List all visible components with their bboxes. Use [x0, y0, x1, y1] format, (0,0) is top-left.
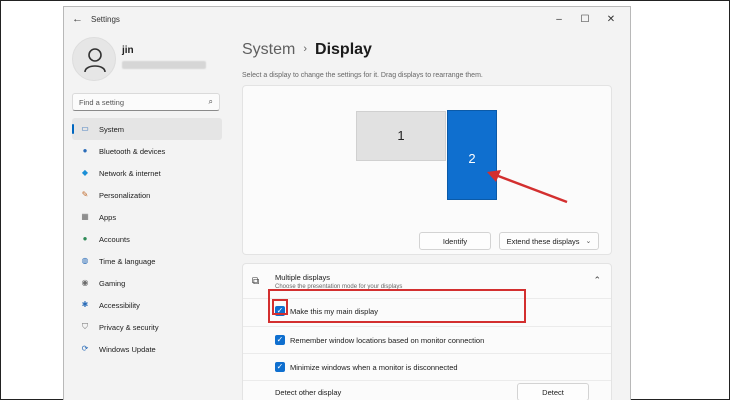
divider	[243, 353, 611, 354]
sidebar-item-label: Bluetooth & devices	[99, 146, 166, 156]
back-arrow-icon[interactable]: ←	[72, 13, 83, 25]
chevron-right-icon: ›	[303, 43, 308, 55]
wifi-icon: ◆	[81, 168, 89, 177]
sidebar-item-privacy[interactable]: ⛉ Privacy & security	[72, 316, 222, 338]
accessibility-icon: ✱	[81, 300, 89, 309]
maximize-button[interactable]: ☐	[572, 11, 598, 29]
search-placeholder: Find a setting	[79, 98, 125, 107]
brush-icon: ✎	[81, 190, 89, 199]
sidebar-item-label: Time & language	[99, 256, 156, 266]
update-icon: ⟳	[81, 344, 89, 353]
monitor-1[interactable]: 1	[356, 111, 446, 161]
checkbox-checked[interactable]: ✓	[275, 335, 285, 345]
bluetooth-icon: ●	[82, 146, 88, 155]
multiple-displays-description: Choose the presentation mode for your di…	[275, 284, 403, 290]
close-button[interactable]: ✕	[598, 11, 624, 29]
screenshot-frame: ← Settings – ☐ ✕ jin Find a setting ⌕ ▭ …	[0, 0, 730, 400]
remember-locations-option[interactable]: ✓ Remember window locations based on mon…	[275, 330, 484, 350]
option-label: Minimize windows when a monitor is disco…	[290, 362, 458, 372]
sidebar-item-label: Privacy & security	[99, 322, 159, 332]
multiple-displays-panel: ⧉ Multiple displays Choose the presentat…	[242, 263, 612, 400]
display-arrangement-panel: 1 2 Identify Extend these displays ⌄	[242, 85, 612, 255]
minimize-windows-option[interactable]: ✓ Minimize windows when a monitor is dis…	[275, 357, 458, 377]
sidebar-item-network[interactable]: ◆ Network & internet	[72, 162, 222, 184]
checkbox-checked[interactable]: ✓	[275, 306, 285, 316]
gamepad-icon: ◉	[81, 278, 89, 287]
detect-button[interactable]: Detect	[517, 383, 589, 400]
person-icon: ●	[82, 234, 88, 243]
sidebar-item-system[interactable]: ▭ System	[72, 118, 222, 140]
multiple-displays-header[interactable]: ⧉ Multiple displays Choose the presentat…	[243, 264, 611, 298]
sidebar-item-label: System	[99, 124, 125, 134]
divider	[243, 326, 611, 327]
extend-displays-label: Extend these displays	[506, 236, 580, 246]
sidebar-item-label: Network & internet	[99, 168, 161, 178]
app-title: Settings	[91, 15, 120, 24]
sidebar-item-label: Accessibility	[99, 300, 140, 310]
extend-displays-dropdown[interactable]: Extend these displays ⌄	[499, 232, 599, 250]
monitor-2-label: 2	[468, 151, 476, 166]
title-bar: ← Settings – ☐ ✕	[64, 7, 630, 33]
annotation-arrow-icon	[487, 170, 568, 204]
sidebar-item-windows-update[interactable]: ⟳ Windows Update	[72, 338, 222, 360]
page-title: Display	[315, 41, 372, 58]
sidebar-item-accessibility[interactable]: ✱ Accessibility	[72, 294, 222, 316]
sidebar-item-gaming[interactable]: ◉ Gaming	[72, 272, 222, 294]
breadcrumb: System › Display	[242, 41, 372, 59]
main-display-option[interactable]: ✓ Make this my main display	[275, 301, 378, 321]
page-subtitle: Select a display to change the settings …	[242, 72, 483, 79]
user-name: jin	[122, 45, 134, 56]
sidebar-item-label: Windows Update	[99, 344, 156, 354]
active-indicator	[72, 124, 74, 134]
monitor-icon: ▭	[81, 124, 89, 133]
sidebar-item-time-language[interactable]: ◍ Time & language	[72, 250, 222, 272]
minimize-button[interactable]: –	[546, 11, 572, 29]
person-icon	[84, 48, 106, 73]
option-label: Make this my main display	[290, 306, 378, 316]
chevron-down-icon: ⌄	[585, 238, 592, 245]
chevron-up-icon[interactable]: ⌃	[593, 275, 601, 286]
sidebar-item-accounts[interactable]: ● Accounts	[72, 228, 222, 250]
divider	[243, 380, 611, 381]
sidebar-item-personalization[interactable]: ✎ Personalization	[72, 184, 222, 206]
globe-icon: ◍	[81, 256, 89, 265]
sidebar-item-label: Accounts	[99, 234, 130, 244]
shield-icon: ⛉	[82, 322, 88, 331]
monitor-1-label: 1	[397, 128, 405, 143]
checkbox-checked[interactable]: ✓	[275, 362, 285, 372]
divider	[243, 298, 611, 299]
user-email-blurred	[122, 61, 206, 69]
sidebar-item-apps[interactable]: ▦ Apps	[72, 206, 222, 228]
sidebar-nav: ▭ System ● Bluetooth & devices ◆ Network…	[72, 118, 222, 360]
search-input[interactable]: Find a setting ⌕	[72, 93, 220, 111]
multiple-monitors-icon: ⧉	[252, 276, 260, 287]
identify-button[interactable]: Identify	[419, 232, 491, 250]
multiple-displays-title: Multiple displays	[275, 273, 331, 282]
settings-window: ← Settings – ☐ ✕ jin Find a setting ⌕ ▭ …	[63, 6, 631, 400]
search-icon: ⌕	[208, 97, 213, 106]
sidebar-item-label: Personalization	[99, 190, 151, 200]
window-controls: – ☐ ✕	[546, 11, 624, 29]
sidebar-item-label: Apps	[99, 212, 117, 222]
breadcrumb-parent[interactable]: System	[242, 41, 295, 58]
avatar	[72, 37, 116, 81]
option-label: Remember window locations based on monit…	[290, 335, 485, 345]
detect-other-display-label: Detect other display	[275, 388, 342, 397]
apps-icon: ▦	[81, 212, 89, 221]
user-profile[interactable]: jin	[72, 37, 232, 87]
sidebar-item-label: Gaming	[99, 278, 126, 288]
sidebar-item-bluetooth[interactable]: ● Bluetooth & devices	[72, 140, 222, 162]
